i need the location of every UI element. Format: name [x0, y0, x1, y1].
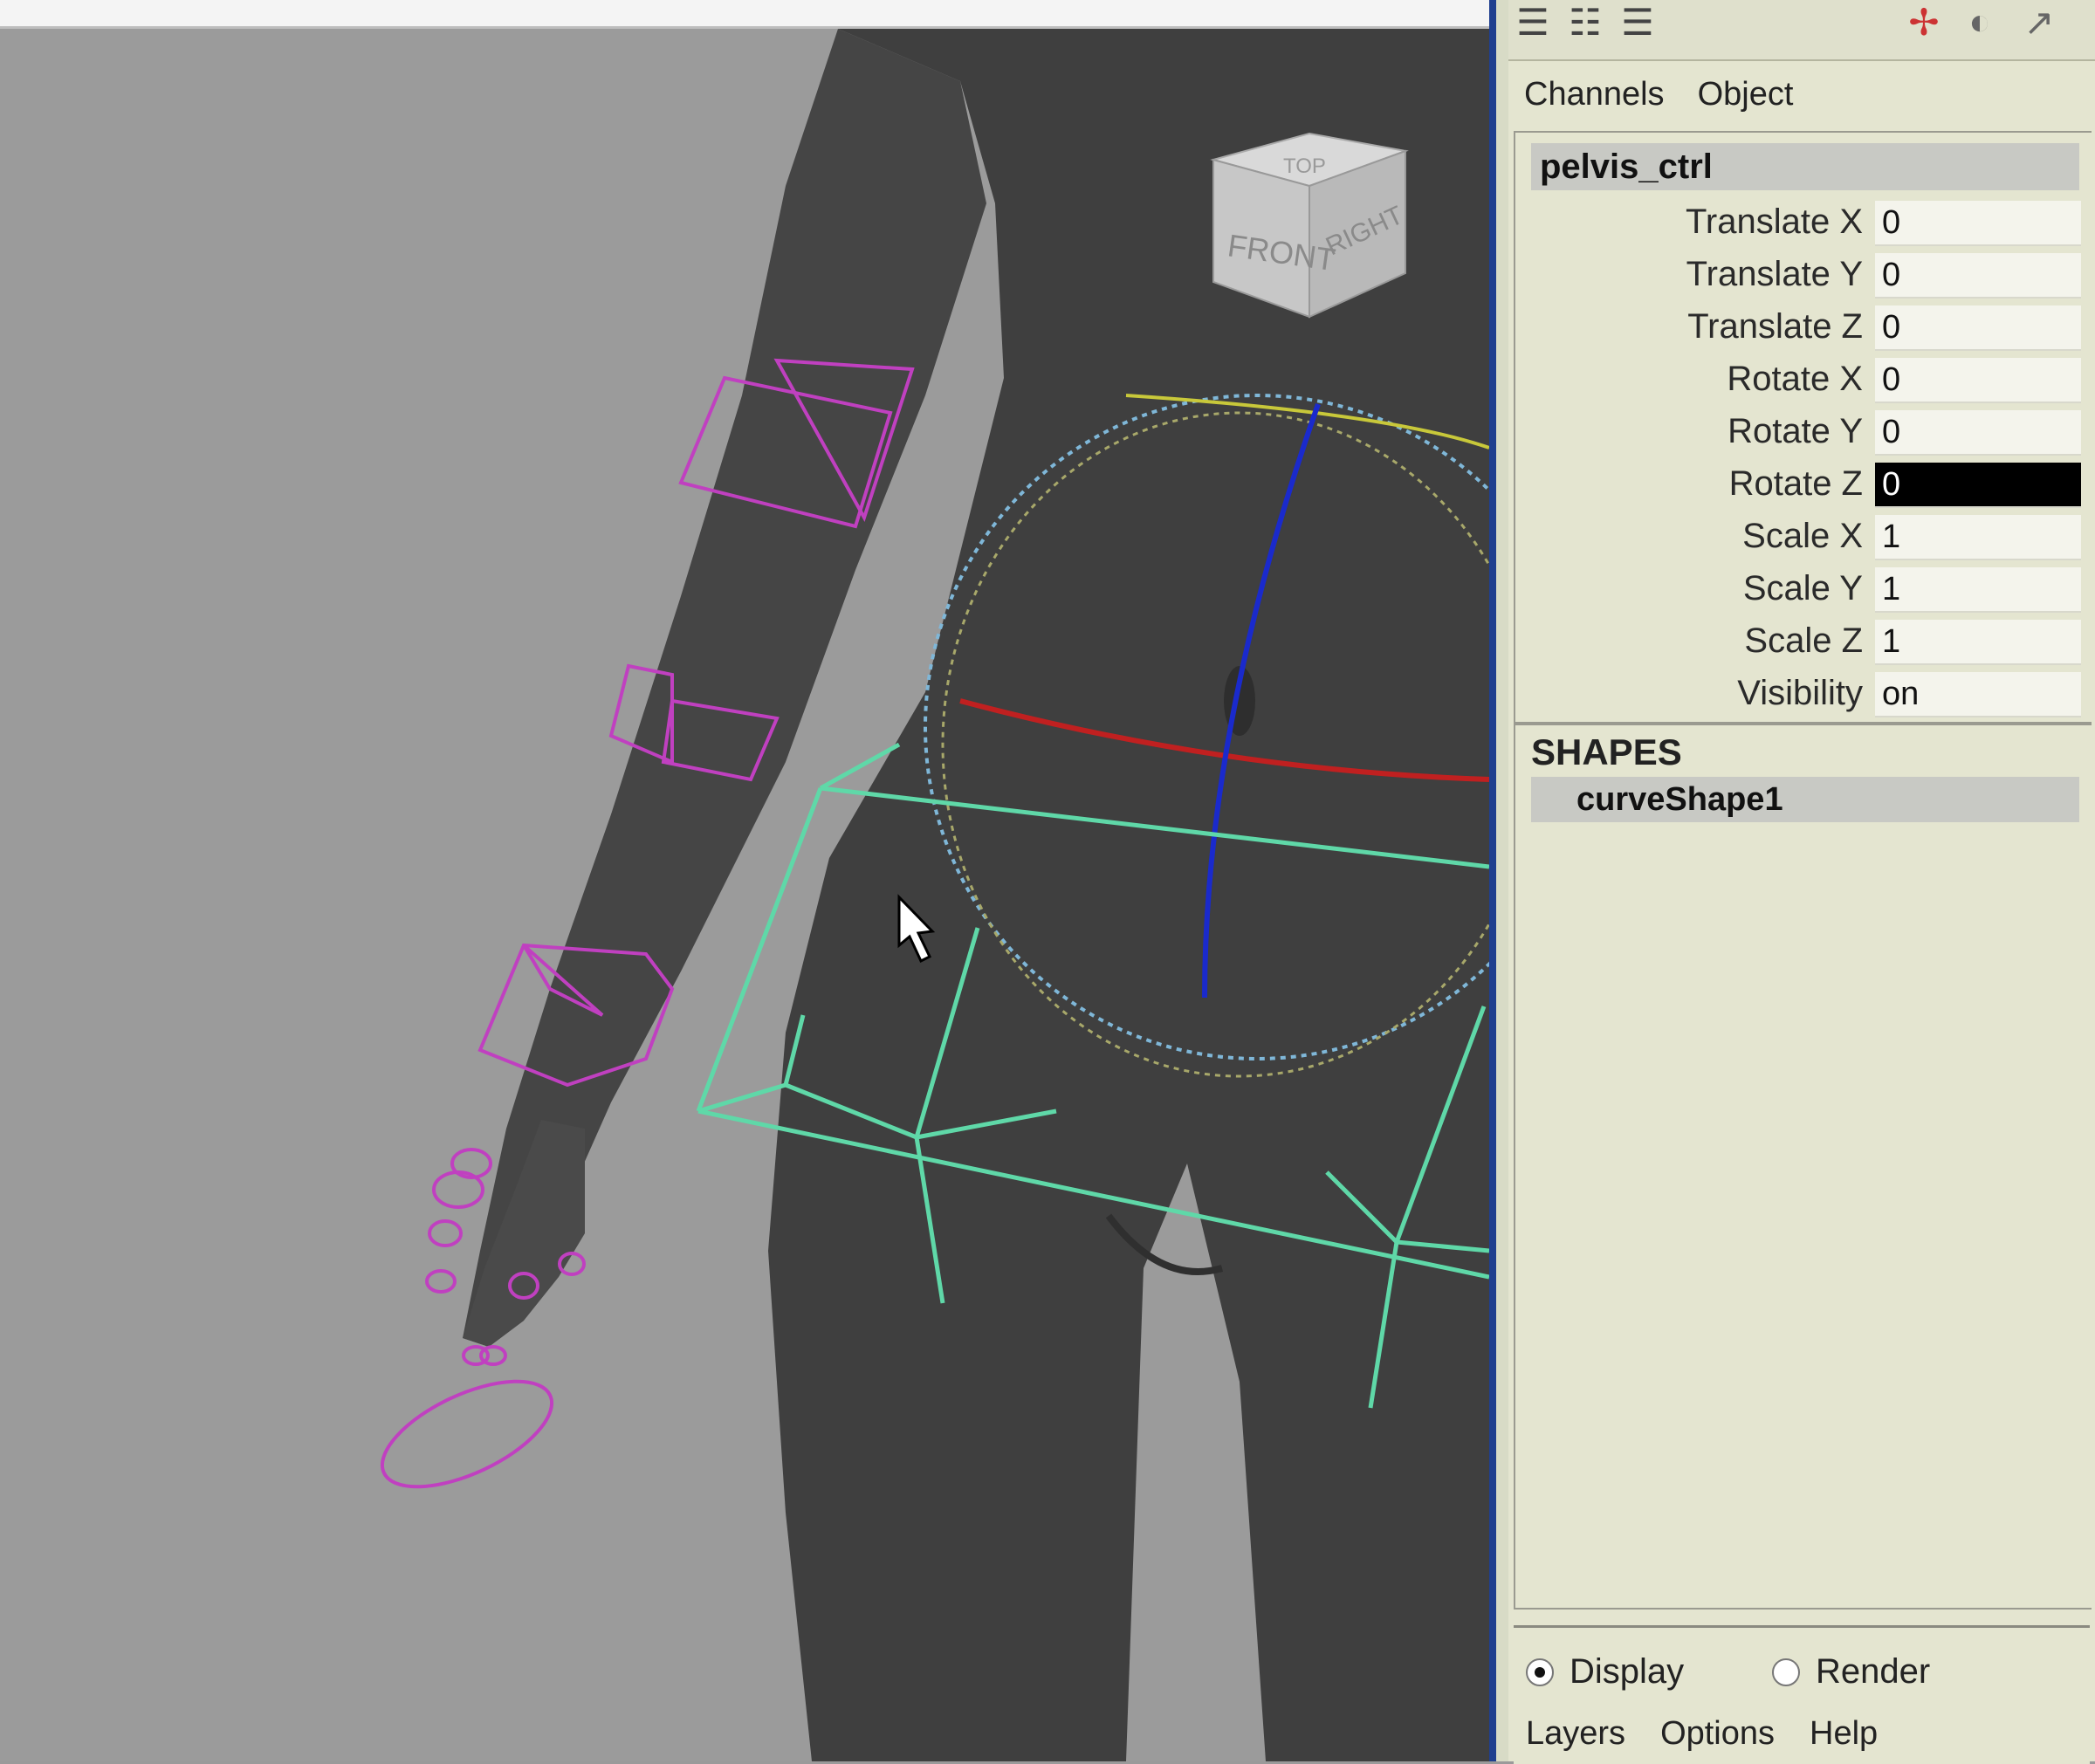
layer-menubar: Layers Options Help [1526, 1715, 1878, 1753]
attr-label: Scale X [1742, 517, 1863, 555]
3d-viewport[interactable]: FRONT RIGHT TOP [0, 29, 1489, 1761]
attr-label: Scale Z [1744, 621, 1863, 660]
scene-render: FRONT RIGHT TOP [380, 29, 1489, 1761]
display-label: Display [1570, 1652, 1685, 1691]
attr-label: Scale Y [1742, 569, 1863, 607]
menu-layers[interactable]: Layers [1526, 1715, 1625, 1753]
radio-selected-icon [1526, 1658, 1554, 1686]
attr-value-field[interactable]: on [1875, 672, 2081, 717]
attr-value-field-selected[interactable]: 0 [1875, 463, 2081, 508]
viewport-top-strip [0, 0, 1489, 29]
attr-value-field[interactable]: 0 [1875, 305, 2081, 351]
display-radio[interactable]: Display [1526, 1652, 1684, 1692]
attr-row-translate-z[interactable]: Translate Z 0 [1515, 302, 2092, 354]
attr-label: Rotate X [1727, 360, 1863, 398]
attr-row-scale-x[interactable]: Scale X 1 [1515, 511, 2092, 564]
shape-item[interactable]: curveShape1 [1531, 777, 2079, 822]
attr-value-field[interactable]: 0 [1875, 358, 2081, 403]
channel-box-menubar: Channels Object [1524, 70, 1793, 119]
attr-row-scale-z[interactable]: Scale Z 1 [1515, 616, 2092, 669]
attr-label: Translate Z [1687, 307, 1863, 346]
attr-value-field[interactable]: 1 [1875, 567, 2081, 613]
attr-row-rotate-x[interactable]: Rotate X 0 [1515, 354, 2092, 407]
layer-editor: Display Render Layers Options Help [1514, 1625, 2090, 1764]
section-divider [1515, 722, 2092, 725]
menu-help[interactable]: Help [1810, 1715, 1878, 1753]
attr-label: Rotate Y [1728, 412, 1863, 450]
channel-layer-icon[interactable]: ☷ [1561, 0, 1610, 44]
shapes-section-title: SHAPES [1531, 731, 1682, 772]
axis-icon[interactable]: ✢ [1899, 0, 1948, 44]
menu-channels[interactable]: Channels [1524, 76, 1665, 113]
object-name[interactable]: pelvis_ctrl [1531, 143, 2079, 190]
channel-attr-icon[interactable]: ☰ [1613, 0, 1662, 44]
radio-unselected-icon [1772, 1658, 1800, 1686]
attr-row-scale-y[interactable]: Scale Y 1 [1515, 564, 2092, 616]
attr-label: Translate X [1685, 202, 1863, 241]
attr-row-rotate-z[interactable]: Rotate Z 0 [1515, 459, 2092, 511]
attr-value-field[interactable]: 1 [1875, 620, 2081, 665]
attr-value-field[interactable]: 0 [1875, 201, 2081, 246]
attr-value-field[interactable]: 1 [1875, 515, 2081, 560]
attr-label: Visibility [1737, 674, 1863, 712]
menu-options[interactable]: Options [1660, 1715, 1775, 1753]
attr-label: Rotate Z [1728, 464, 1863, 503]
attr-value-field[interactable]: 0 [1875, 410, 2081, 456]
arrow-icon[interactable]: ↗ [2015, 0, 2064, 44]
viewcube-top-label: TOP [1283, 154, 1326, 178]
panel-divider[interactable] [1489, 0, 1496, 1761]
render-radio[interactable]: Render [1772, 1652, 1930, 1692]
channel-list: pelvis_ctrl Translate X 0 Translate Y 0 … [1514, 131, 2092, 1610]
attr-label: Translate Y [1686, 255, 1863, 293]
attr-row-translate-x[interactable]: Translate X 0 [1515, 197, 2092, 250]
attr-row-translate-y[interactable]: Translate Y 0 [1515, 250, 2092, 302]
channel-box-toolbar: ☰ ☷ ☰ ✢ ◐ ↗ [1508, 0, 2095, 61]
channel-list-icon[interactable]: ☰ [1508, 0, 1557, 44]
sphere-icon[interactable]: ◐ [1955, 0, 2004, 44]
render-label: Render [1816, 1652, 1931, 1691]
channel-box-panel: ☰ ☷ ☰ ✢ ◐ ↗ Channels Object pelvis_ctrl … [1508, 0, 2095, 1764]
attr-value-field[interactable]: 0 [1875, 253, 2081, 299]
attr-row-rotate-y[interactable]: Rotate Y 0 [1515, 407, 2092, 459]
menu-object[interactable]: Object [1698, 76, 1794, 113]
attr-row-visibility[interactable]: Visibility on [1515, 669, 2092, 721]
